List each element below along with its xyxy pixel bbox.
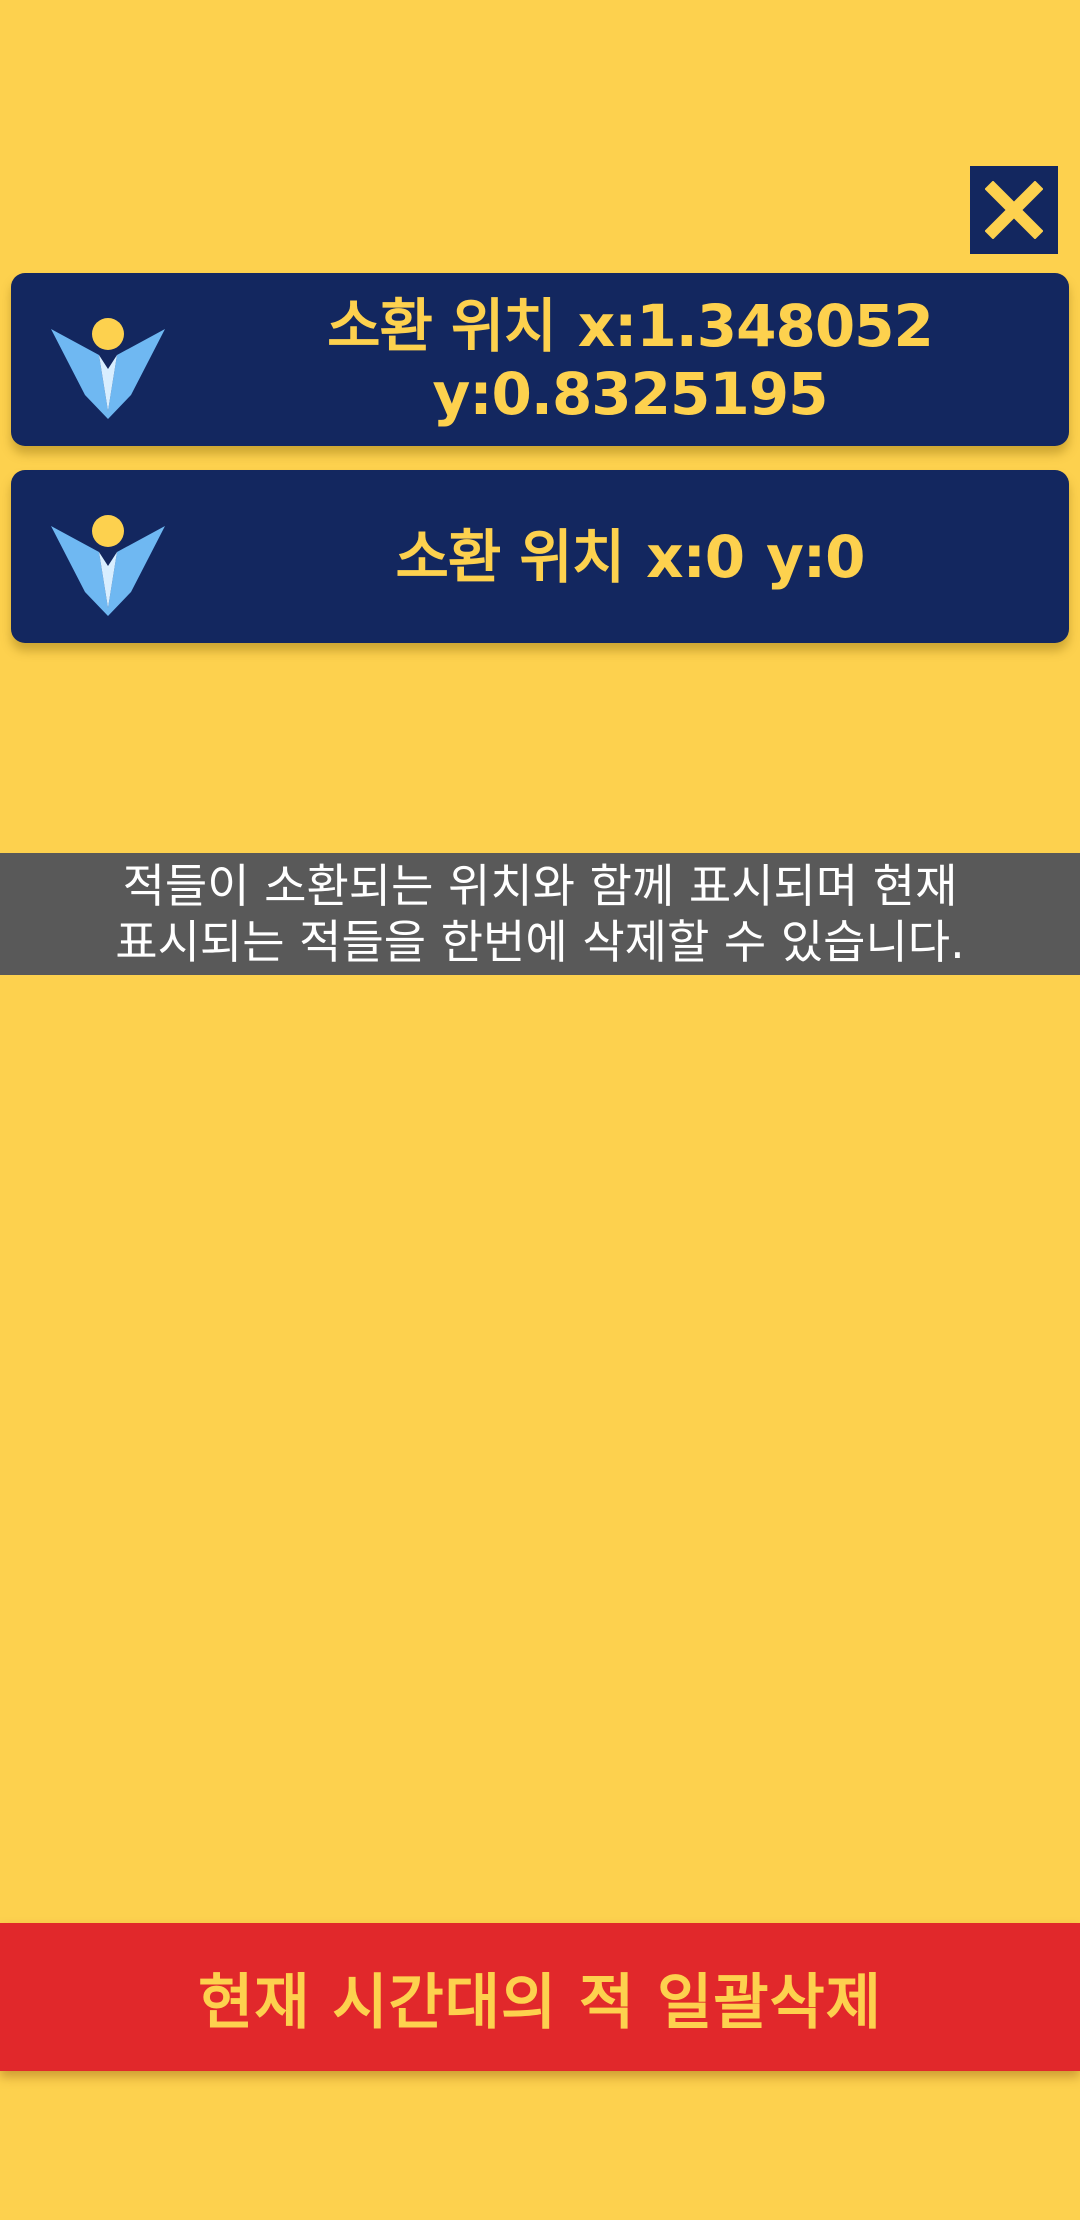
spawn-x-value: x:1.348052 <box>577 291 934 360</box>
description-tooltip: 적들이 소환되는 위치와 함께 표시되며 현재 표시되는 적들을 한번에 삭제할… <box>0 853 1080 975</box>
tooltip-line-1: 적들이 소환되는 위치와 함께 표시되며 현재 <box>122 859 958 913</box>
spawn-y-value: y:0.8325195 <box>432 359 829 428</box>
tooltip-line-2: 표시되는 적들을 한번에 삭제할 수 있습니다. <box>115 915 965 969</box>
enemy-position-text: 소환 위치 x:1.348052 y:0.8325195 <box>211 273 1049 446</box>
enemy-marker-icon <box>51 515 165 616</box>
delete-all-label: 현재 시간대의 적 일괄삭제 <box>198 1967 882 2038</box>
spawn-y-value: y:0 <box>766 522 865 591</box>
close-icon <box>985 181 1043 239</box>
enemy-list-item[interactable]: 소환 위치 x:1.348052 y:0.8325195 <box>11 273 1069 446</box>
enemy-position-text: 소환 위치 x:0 y:0 <box>211 470 1049 643</box>
spawn-label: 소환 위치 <box>395 522 626 591</box>
delete-all-enemies-button[interactable]: 현재 시간대의 적 일괄삭제 <box>0 1923 1080 2071</box>
spawn-x-value: x:0 <box>646 522 745 591</box>
spawn-label: 소환 위치 <box>327 291 557 360</box>
enemy-marker-icon <box>51 318 165 419</box>
enemy-list-item[interactable]: 소환 위치 x:0 y:0 <box>11 470 1069 643</box>
close-button[interactable] <box>970 166 1058 254</box>
